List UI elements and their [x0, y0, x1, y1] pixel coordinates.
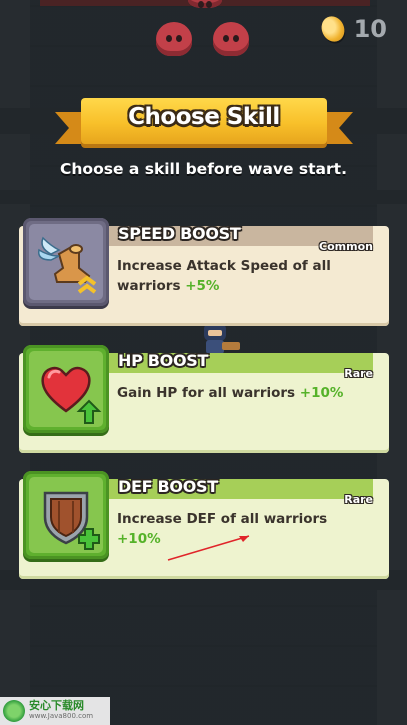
coin-counter: 10 — [317, 12, 387, 46]
skill-name: SPEED BOOST — [118, 224, 241, 243]
skill-name: HP BOOST — [118, 351, 209, 370]
skill-icon-frame — [23, 218, 109, 306]
dialog-title: Choose Skill — [128, 104, 280, 130]
coin-count: 10 — [353, 15, 387, 43]
skill-rarity: Common — [319, 240, 373, 253]
skill-rarity: Rare — [344, 367, 373, 380]
dialog-subtitle: Choose a skill before wave start. — [60, 160, 347, 178]
skill-description: Gain HP for all warriors +10% — [117, 385, 344, 401]
red-slime-enemy — [156, 22, 192, 56]
watermark-title: 安心下载网 — [29, 699, 84, 712]
watermark-url: www.Java800.com — [29, 712, 94, 720]
heart-icon — [41, 366, 102, 424]
skill-bonus: +10% — [117, 531, 161, 547]
annotation-arrow — [167, 535, 250, 561]
skill-icon-frame — [23, 471, 109, 559]
skill-card-speed-boost[interactable]: SPEED BOOST Common Increase Attack Speed… — [19, 218, 389, 326]
red-slime-enemy — [213, 22, 249, 56]
skill-description: Increase Attack Speed of all warriors +5… — [117, 258, 331, 294]
watermark-logo-icon — [3, 700, 25, 722]
site-watermark: 安心下载网 www.Java800.com — [0, 697, 110, 725]
skill-rarity: Rare — [344, 493, 373, 506]
skill-bonus: +5% — [185, 278, 220, 294]
choose-skill-banner: Choose Skill — [55, 98, 353, 152]
shield-icon — [43, 491, 100, 550]
skill-card-hp-boost[interactable]: HP BOOST Rare Gain HP for all warriors +… — [19, 345, 389, 453]
red-slime-enemy — [188, 0, 222, 8]
skill-name: DEF BOOST — [118, 477, 218, 496]
background-wall — [0, 190, 407, 204]
gold-coin-icon — [317, 12, 349, 46]
skill-icon-frame — [23, 345, 109, 433]
skill-bonus: +10% — [299, 385, 344, 401]
winged-boot-icon — [38, 236, 97, 294]
